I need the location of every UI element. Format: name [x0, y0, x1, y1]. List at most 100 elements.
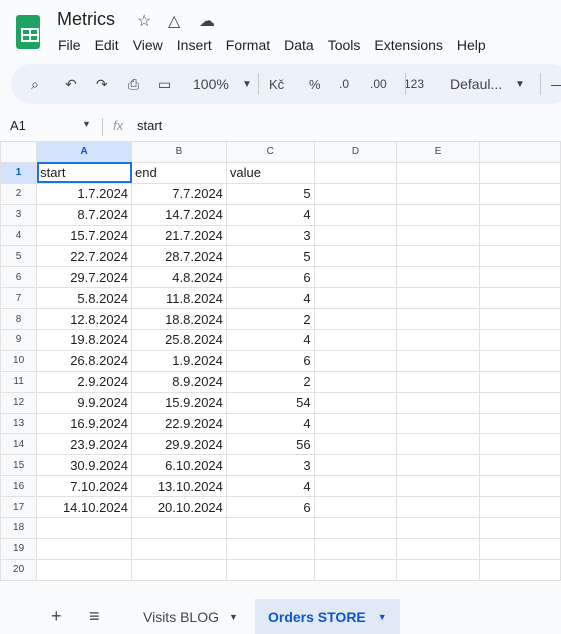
cell[interactable]: 23.9.2024: [36, 433, 133, 456]
cell[interactable]: 5: [225, 182, 315, 205]
cell[interactable]: [313, 517, 398, 539]
font-size-decrease-icon[interactable]: —: [551, 76, 561, 92]
cell[interactable]: 7.7.2024: [131, 182, 227, 205]
percent-button[interactable]: %: [309, 77, 321, 92]
cell[interactable]: [313, 391, 398, 414]
cell[interactable]: 6: [225, 349, 315, 372]
cell[interactable]: [313, 454, 398, 477]
row-header[interactable]: 10: [0, 349, 38, 372]
menu-insert[interactable]: Insert: [177, 37, 212, 53]
cell[interactable]: [313, 287, 398, 310]
row-header[interactable]: 1: [0, 161, 38, 184]
cell[interactable]: [478, 203, 561, 226]
formula-input[interactable]: start: [137, 118, 162, 133]
cell[interactable]: 22.9.2024: [131, 412, 227, 435]
cell[interactable]: start: [36, 161, 133, 184]
add-sheet-button[interactable]: +: [51, 599, 62, 634]
cell[interactable]: [313, 203, 398, 226]
menu-data[interactable]: Data: [284, 37, 314, 53]
menu-edit[interactable]: Edit: [95, 37, 119, 53]
cell[interactable]: 21.7.2024: [131, 224, 227, 247]
cell[interactable]: [396, 475, 480, 498]
cell[interactable]: [225, 517, 315, 539]
cell[interactable]: [396, 391, 480, 414]
row-header[interactable]: 17: [0, 496, 38, 519]
row-header[interactable]: 2: [0, 182, 38, 205]
row-header[interactable]: 5: [0, 245, 38, 268]
cell[interactable]: 28.7.2024: [131, 245, 227, 268]
cell[interactable]: [396, 496, 480, 519]
cell[interactable]: 9.9.2024: [36, 391, 133, 414]
cell[interactable]: [313, 349, 398, 372]
cell[interactable]: 19.8.2024: [36, 329, 133, 351]
cell[interactable]: [478, 308, 561, 331]
column-header-d[interactable]: D: [313, 141, 398, 163]
cell[interactable]: [396, 412, 480, 435]
cell[interactable]: [396, 224, 480, 247]
cell[interactable]: 8.7.2024: [36, 203, 133, 226]
cell[interactable]: 13.10.2024: [131, 475, 227, 498]
cell[interactable]: 54: [225, 391, 315, 414]
cell[interactable]: 25.8.2024: [131, 329, 227, 351]
cell[interactable]: 14.10.2024: [36, 496, 133, 519]
cell[interactable]: [478, 412, 561, 435]
cell[interactable]: [478, 182, 561, 205]
menu-extensions[interactable]: Extensions: [374, 37, 442, 53]
chevron-down-icon[interactable]: ▼: [82, 119, 91, 129]
cell[interactable]: [396, 558, 480, 581]
row-header[interactable]: 16: [0, 475, 38, 498]
cell[interactable]: end: [131, 161, 227, 184]
cell[interactable]: 7.10.2024: [36, 475, 133, 498]
cell[interactable]: [478, 224, 561, 247]
column-header-c[interactable]: C: [225, 141, 315, 163]
chevron-down-icon[interactable]: ▼: [229, 612, 238, 622]
row-header[interactable]: 15: [0, 454, 38, 477]
menu-tools[interactable]: Tools: [328, 37, 361, 53]
cell[interactable]: 16.9.2024: [36, 412, 133, 435]
undo-icon[interactable]: ↶: [65, 76, 77, 93]
cell[interactable]: 6: [225, 266, 315, 289]
cell[interactable]: [478, 454, 561, 477]
cell[interactable]: [225, 558, 315, 581]
cell[interactable]: [36, 537, 133, 560]
cell[interactable]: [313, 370, 398, 393]
cell[interactable]: [313, 558, 398, 581]
cell[interactable]: [396, 433, 480, 456]
cell[interactable]: [478, 266, 561, 289]
row-header[interactable]: 9: [0, 329, 38, 351]
zoom-select[interactable]: 100%: [193, 76, 229, 92]
row-header[interactable]: 14: [0, 433, 38, 456]
row-header[interactable]: 20: [0, 558, 38, 581]
column-header-a[interactable]: A: [36, 141, 133, 163]
cell[interactable]: [478, 287, 561, 310]
cell[interactable]: [396, 517, 480, 539]
cloud-saved-icon[interactable]: ☁: [199, 11, 215, 31]
font-select[interactable]: Defaul...: [450, 76, 502, 92]
number-format-button[interactable]: 123: [404, 77, 424, 91]
cell[interactable]: 5.8.2024: [36, 287, 133, 310]
redo-icon[interactable]: ↷: [96, 76, 108, 93]
increase-decimal-button[interactable]: .00: [370, 77, 387, 91]
cell[interactable]: [396, 161, 480, 184]
cell[interactable]: 15.7.2024: [36, 224, 133, 247]
cell[interactable]: [36, 558, 133, 581]
cell[interactable]: 4.8.2024: [131, 266, 227, 289]
cell[interactable]: [478, 349, 561, 372]
menu-view[interactable]: View: [133, 37, 163, 53]
paint-format-icon[interactable]: ▭: [158, 76, 171, 93]
cell[interactable]: 5: [225, 245, 315, 268]
cell[interactable]: [131, 537, 227, 560]
cell[interactable]: 1.9.2024: [131, 349, 227, 372]
row-header[interactable]: 11: [0, 370, 38, 393]
row-header[interactable]: 19: [0, 537, 38, 560]
cell[interactable]: 3: [225, 454, 315, 477]
cell[interactable]: 26.8.2024: [36, 349, 133, 372]
menu-help[interactable]: Help: [457, 37, 486, 53]
name-box[interactable]: A1: [10, 118, 26, 133]
print-icon[interactable]: ⎙: [128, 76, 139, 93]
cell[interactable]: [396, 329, 480, 351]
tab-visits-blog[interactable]: Visits BLOG ▼: [127, 599, 255, 634]
cell[interactable]: 3: [225, 224, 315, 247]
column-header-f[interactable]: [478, 141, 561, 163]
cell[interactable]: [396, 370, 480, 393]
